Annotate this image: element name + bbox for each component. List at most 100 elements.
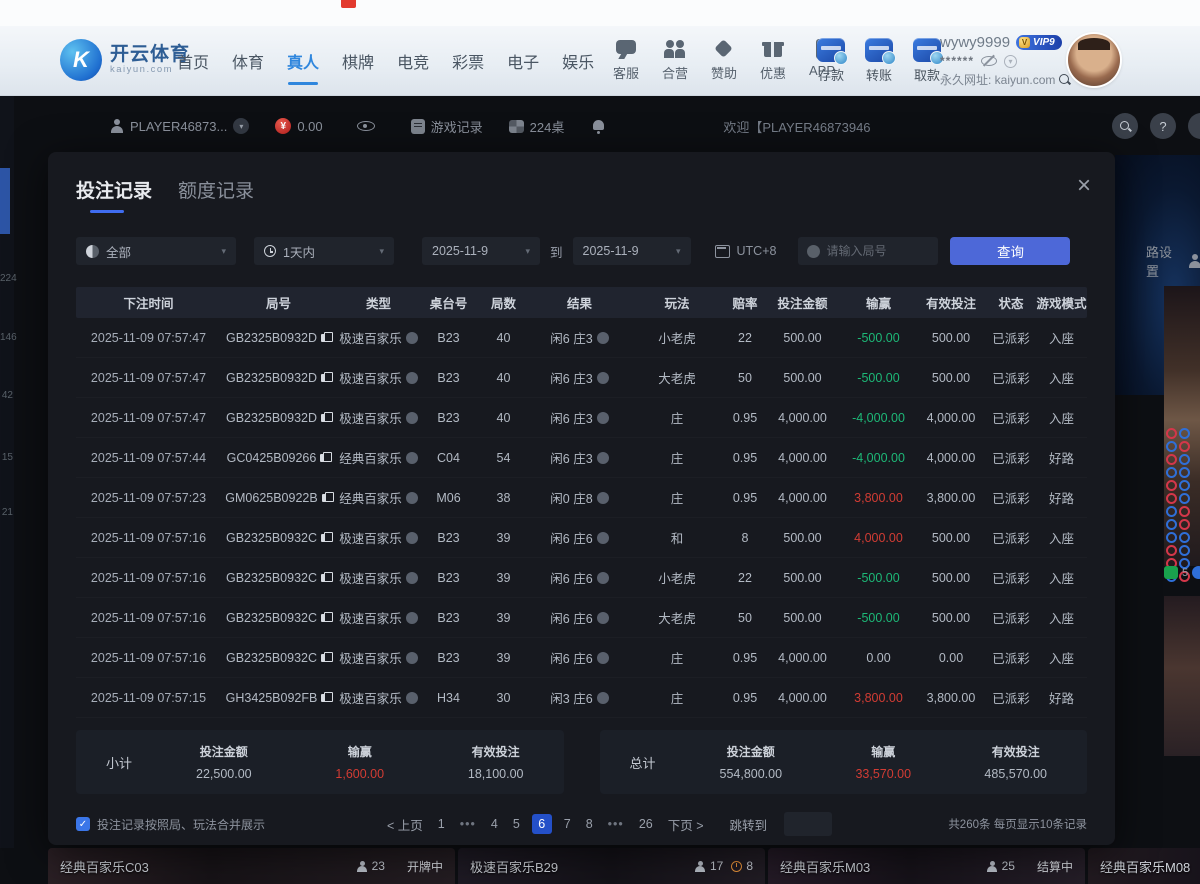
info-icon[interactable] [597, 612, 609, 624]
page-button-26[interactable]: 26 [636, 815, 656, 833]
page-button-8[interactable]: 8 [583, 815, 596, 833]
table-number: C04 [421, 451, 476, 465]
info-icon[interactable] [406, 332, 418, 344]
quick-客服[interactable]: 客服 [608, 38, 644, 82]
tab-bet-records[interactable]: 投注记录 [76, 176, 152, 213]
info-icon[interactable] [406, 452, 418, 464]
info-icon[interactable] [406, 612, 418, 624]
info-icon[interactable] [406, 492, 418, 504]
live-table-card[interactable]: 经典百家乐C0323开牌中 [48, 848, 455, 884]
info-icon[interactable] [406, 412, 418, 424]
info-icon[interactable] [406, 532, 418, 544]
player-account-dropdown[interactable]: PLAYER46873... ▾ [110, 118, 249, 134]
balance-display[interactable]: ¥ 0.00 [275, 118, 322, 134]
result: 闲6 庄6 [531, 568, 628, 587]
copy-icon[interactable] [321, 412, 331, 423]
info-icon[interactable] [406, 372, 418, 384]
page-button-4[interactable]: 4 [488, 815, 501, 833]
win-loss: -500.00 [841, 611, 916, 625]
tables-count-button[interactable]: 224桌 [509, 117, 565, 136]
copy-icon[interactable] [321, 332, 331, 343]
date-to-select[interactable]: 2025-11-9 ▾ [573, 237, 691, 265]
menu-item-彩票[interactable]: 彩票 [451, 45, 485, 77]
info-icon[interactable] [597, 372, 609, 384]
vip-badge: VVIP9 [1016, 35, 1062, 50]
summary-column: 有效投注18,100.00 [468, 743, 524, 781]
info-icon[interactable] [406, 692, 418, 704]
query-button[interactable]: 查询 [950, 237, 1070, 265]
menu-item-电竞[interactable]: 电竞 [396, 45, 430, 77]
summary-label: 总计 [630, 753, 720, 772]
date-from-select[interactable]: 2025-11-9 ▾ [422, 237, 540, 265]
copy-icon[interactable] [321, 572, 331, 583]
user-panel[interactable]: wywy9999 VVIP9 ****** ▾ 永久网址: kaiyun.com [940, 34, 1070, 88]
info-icon[interactable] [597, 532, 609, 544]
notifications-button[interactable] [592, 119, 605, 133]
eye-off-icon[interactable] [981, 56, 997, 66]
menu-item-电子[interactable]: 电子 [506, 45, 540, 77]
menu-item-娱乐[interactable]: 娱乐 [561, 45, 595, 77]
jump-page-input[interactable] [784, 812, 832, 836]
quick-合营[interactable]: 合营 [657, 38, 693, 82]
copy-icon[interactable] [321, 652, 331, 663]
next-page-button[interactable]: 下页 > [665, 813, 707, 836]
menu-item-真人[interactable]: 真人 [286, 45, 320, 77]
info-icon[interactable] [597, 492, 609, 504]
toggle-balance-visibility[interactable] [357, 121, 375, 131]
page-button-6[interactable]: 6 [532, 814, 552, 834]
copy-icon[interactable] [321, 532, 331, 543]
info-icon[interactable] [597, 652, 609, 664]
info-icon[interactable] [597, 332, 609, 344]
merge-toggle[interactable]: ✓ 投注记录按照局、玩法合并展示 [76, 816, 344, 833]
copy-icon[interactable] [321, 692, 331, 703]
copy-icon[interactable] [321, 612, 331, 623]
round-search-input[interactable] [826, 244, 929, 258]
road-settings-label[interactable]: 路设置 [1146, 242, 1200, 280]
page-button-7[interactable]: 7 [561, 815, 574, 833]
live-table-card[interactable]: 经典百家乐M0325结算中 [768, 848, 1085, 884]
live-table-card[interactable]: 经典百家乐M08 [1088, 848, 1200, 884]
info-icon[interactable] [406, 572, 418, 584]
prev-page-button[interactable]: < 上页 [384, 813, 426, 836]
grid-icon [509, 120, 524, 133]
close-icon[interactable]: × [1077, 174, 1091, 198]
round-count: 40 [476, 331, 531, 345]
copy-icon[interactable] [322, 492, 332, 503]
wallet-存款[interactable]: 存款 [812, 38, 850, 84]
info-icon[interactable] [597, 572, 609, 584]
menu-item-体育[interactable]: 体育 [231, 45, 265, 77]
clock-icon [264, 245, 276, 257]
game-records-button[interactable]: 游戏记录 [411, 117, 483, 136]
timezone-display[interactable]: UTC+8 [715, 244, 777, 258]
status: 已派彩 [986, 328, 1036, 347]
sidebar-active-item[interactable] [0, 168, 10, 234]
settings-button[interactable] [1188, 113, 1200, 139]
page-button-1[interactable]: 1 [435, 815, 448, 833]
menu-item-首页[interactable]: 首页 [176, 45, 210, 77]
status: 已派彩 [986, 648, 1036, 667]
info-icon[interactable] [597, 452, 609, 464]
bet-amount: 4,000.00 [764, 651, 841, 665]
wallet-转账[interactable]: 转账 [860, 38, 898, 84]
page-button-5[interactable]: 5 [510, 815, 523, 833]
copy-icon[interactable] [320, 452, 330, 463]
table-number: B23 [421, 411, 476, 425]
bet-type-select[interactable]: 全部 ▾ [76, 237, 236, 265]
search-icon[interactable] [1059, 74, 1070, 86]
quick-优惠[interactable]: 优惠 [755, 38, 791, 82]
brand-logo[interactable]: K 开云体育 kaiyun.com [60, 39, 190, 81]
tab-quota-records[interactable]: 额度记录 [178, 176, 254, 213]
menu-item-棋牌[interactable]: 棋牌 [341, 45, 375, 77]
info-icon[interactable] [597, 692, 609, 704]
copy-icon[interactable] [321, 372, 331, 383]
chevron-down-icon[interactable]: ▾ [1004, 55, 1017, 68]
help-button[interactable]: ? [1150, 113, 1176, 139]
time-range-select[interactable]: 1天内 ▾ [254, 237, 394, 265]
play-type: 庄 [628, 648, 726, 667]
search-button[interactable] [1112, 113, 1138, 139]
info-icon[interactable] [597, 412, 609, 424]
info-icon[interactable] [406, 652, 418, 664]
avatar[interactable] [1068, 34, 1120, 86]
quick-赞助[interactable]: 赞助 [706, 38, 742, 82]
live-table-card[interactable]: 极速百家乐B29178 [458, 848, 765, 884]
